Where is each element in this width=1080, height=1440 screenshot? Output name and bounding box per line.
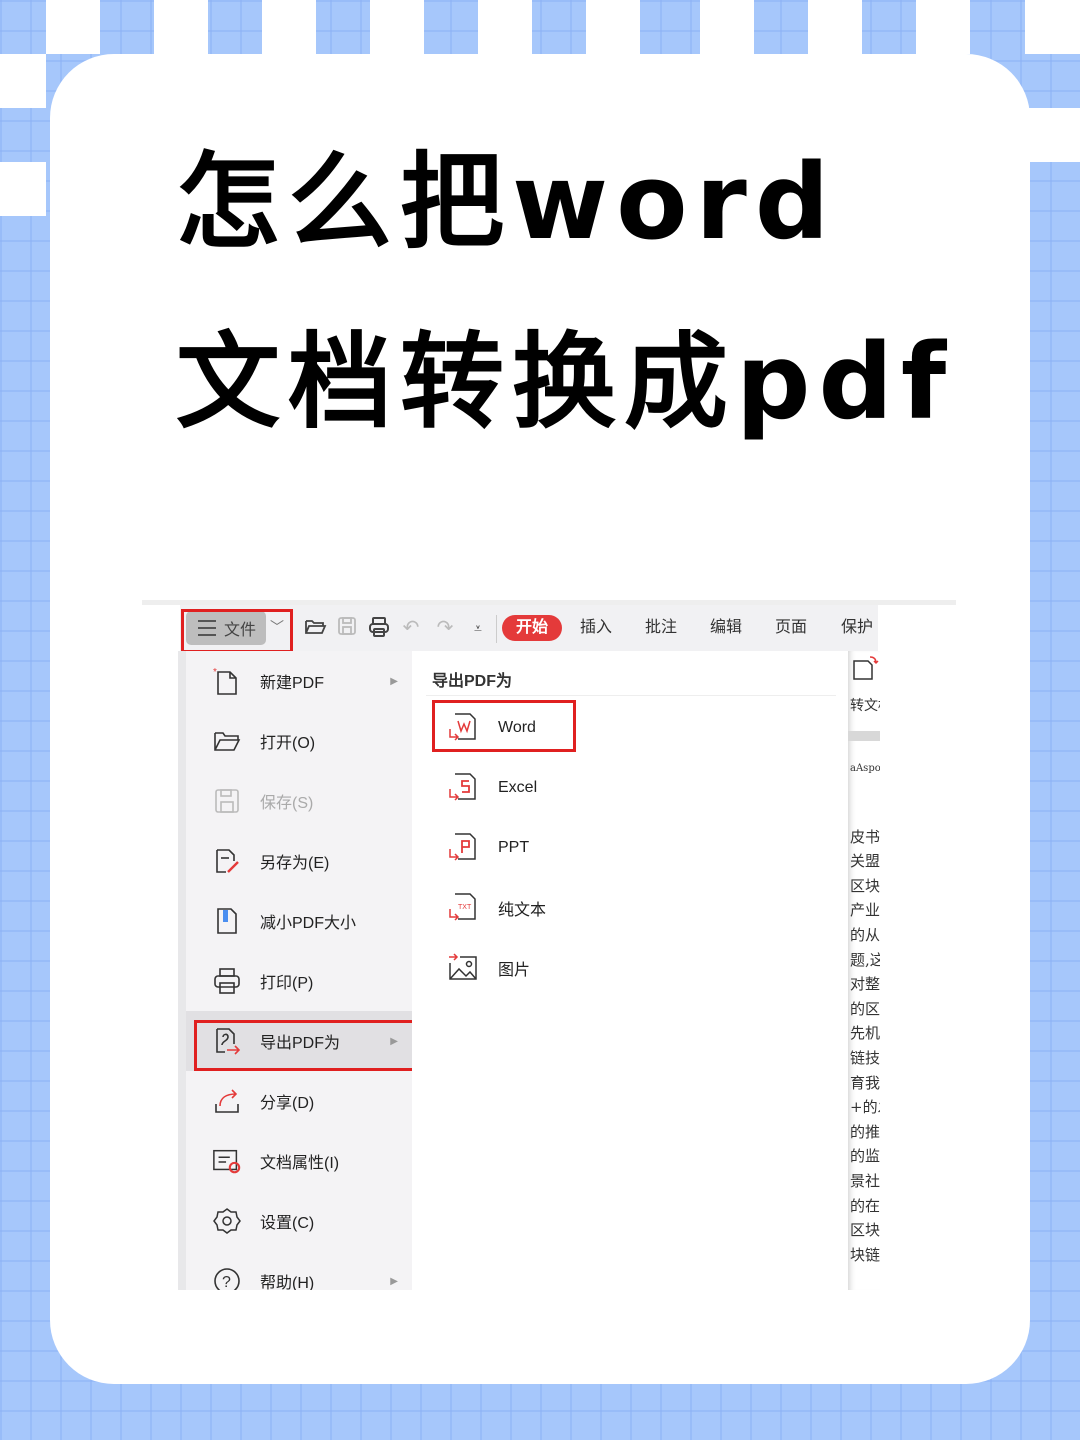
menu-item-new-pdf[interactable]: * 新建PDF ▶ xyxy=(186,651,412,711)
document-text-line: 先机 xyxy=(850,1024,880,1043)
tab-comment[interactable]: 批注 xyxy=(645,615,677,641)
ribbon-label: 转文档 xyxy=(850,698,880,714)
headline-line-2: 文档转换成pdf xyxy=(176,321,955,443)
image-export-icon xyxy=(449,953,477,980)
export-option-label: 图片 xyxy=(498,962,531,979)
document-text-line: 景社 xyxy=(850,1172,880,1190)
document-text-line: 的推 xyxy=(850,1122,880,1141)
svg-text:TXT: TXT xyxy=(458,904,472,911)
menu-item-save-as[interactable]: 另存为(E) xyxy=(186,831,412,891)
menu-item-share[interactable]: 分享(D) xyxy=(186,1071,412,1131)
document-text-line: 关盟力 xyxy=(850,852,880,871)
undo-icon[interactable]: ↶ xyxy=(398,615,424,641)
export-option-image[interactable]: 图片 xyxy=(432,938,832,998)
document-text-line: 链技 xyxy=(850,1049,880,1067)
tab-edit[interactable]: 编辑 xyxy=(710,615,742,641)
submenu-arrow-icon: ▶ xyxy=(390,675,398,687)
document-text-line: 的在参 xyxy=(850,1196,880,1215)
document-text-line: +的发 xyxy=(850,1098,880,1117)
document-text-line: 的从企 xyxy=(850,926,880,944)
tab-page[interactable]: 页面 xyxy=(775,615,807,641)
svg-text:?: ? xyxy=(222,1274,231,1290)
toolbar-separator xyxy=(496,615,497,643)
menu-item-label: 打印(P) xyxy=(260,975,314,992)
menu-item-help[interactable]: ? 帮助(H) ▶ xyxy=(186,1251,412,1290)
headline-line-1: 怎么把word xyxy=(176,141,838,263)
document-text-line: 育我国 xyxy=(850,1073,880,1092)
document-text-line: 题,这 xyxy=(850,950,880,969)
menu-item-settings[interactable]: 设置(C) xyxy=(186,1191,412,1251)
submenu-heading: 导出PDF为 xyxy=(432,673,513,690)
menu-item-reduce-size[interactable]: 减小PDF大小 xyxy=(186,891,412,951)
tab-start[interactable]: 开始 xyxy=(502,615,563,641)
document-text-line: 对整 xyxy=(850,975,880,994)
export-option-plain-text[interactable]: TXT 纯文本 xyxy=(432,878,832,938)
document-text-line: 的监 xyxy=(850,1147,880,1166)
menu-item-print[interactable]: 打印(P) xyxy=(186,951,412,1011)
export-item-highlight-box xyxy=(194,1020,423,1071)
svg-text:*: * xyxy=(213,667,217,678)
compress-icon xyxy=(212,906,242,936)
convert-document-icon xyxy=(853,656,879,680)
document-text-line: 产业 xyxy=(850,901,880,920)
export-option-excel[interactable]: Excel xyxy=(432,758,832,818)
file-menu: * 新建PDF ▶ 打开(O) 保存(S) 另存为(E) 减小PDF大小 打印(… xyxy=(186,651,413,1290)
new-pdf-icon: * xyxy=(212,666,242,696)
save-icon[interactable] xyxy=(334,615,360,641)
share-icon xyxy=(212,1086,242,1116)
document-text-line: 块链 xyxy=(850,1245,880,1264)
tab-protect[interactable]: 保护 xyxy=(841,615,873,641)
save-as-icon xyxy=(212,846,242,876)
tab-insert[interactable]: 插入 xyxy=(580,615,612,641)
menu-item-label: 帮助(H) xyxy=(260,1275,315,1290)
document-text-line: 皮书 xyxy=(850,827,880,846)
open-folder-icon xyxy=(212,726,242,756)
document-text-line: 区块链 xyxy=(850,876,880,895)
app-screenshot: 文件 ﹀ ↶ ↷ ⩡ 开始 插入 批注 编辑 页面 保护 * 新建PDF ▶ 打… xyxy=(142,600,956,1290)
excel-export-icon xyxy=(449,773,476,801)
menu-item-label: 保存(S) xyxy=(260,795,314,812)
customize-icon[interactable]: ⩡ xyxy=(465,615,491,641)
export-option-label: 纯文本 xyxy=(498,902,547,919)
menu-item-label: 另存为(E) xyxy=(260,855,330,872)
menu-item-save[interactable]: 保存(S) xyxy=(186,771,412,831)
document-properties-icon xyxy=(212,1146,242,1176)
redo-icon[interactable]: ↷ xyxy=(432,615,458,641)
menu-item-label: 打开(O) xyxy=(260,735,316,752)
document-text-line: 的区块 xyxy=(850,999,880,1018)
menu-item-label: 文档属性(I) xyxy=(260,1155,340,1172)
settings-icon xyxy=(212,1206,242,1236)
open-folder-icon[interactable] xyxy=(302,615,328,641)
help-icon: ? xyxy=(212,1266,242,1290)
print-icon xyxy=(212,966,242,996)
document-header-bar xyxy=(848,731,880,741)
document-preview-edge: 转文档 aAspo 皮书关盟力区块链产业的从企题,这对整的区块先机链技育我国 +的发… xyxy=(848,651,880,1290)
export-option-label: Excel xyxy=(498,779,538,796)
menu-item-label: 新建PDF xyxy=(260,675,325,692)
txt-export-icon: TXT xyxy=(449,893,476,921)
menu-item-label: 减小PDF大小 xyxy=(260,915,357,932)
submenu-divider xyxy=(426,695,836,696)
document-text-line: aAspo xyxy=(850,763,880,774)
menu-shadow-strip xyxy=(178,651,186,1290)
print-icon[interactable] xyxy=(366,615,392,641)
export-option-ppt[interactable]: PPT xyxy=(432,818,832,878)
ppt-export-icon xyxy=(449,833,476,861)
menu-item-label: 设置(C) xyxy=(260,1215,315,1232)
file-button-highlight-box xyxy=(181,609,293,653)
menu-item-properties[interactable]: 文档属性(I) xyxy=(186,1131,412,1191)
submenu-arrow-icon: ▶ xyxy=(390,1275,398,1287)
menu-item-label: 分享(D) xyxy=(260,1095,315,1112)
word-option-highlight-box xyxy=(432,700,576,752)
menu-item-open[interactable]: 打开(O) xyxy=(186,711,412,771)
export-option-label: PPT xyxy=(498,839,530,856)
save-icon xyxy=(212,786,242,816)
document-text-line: 区块 xyxy=(850,1221,880,1240)
